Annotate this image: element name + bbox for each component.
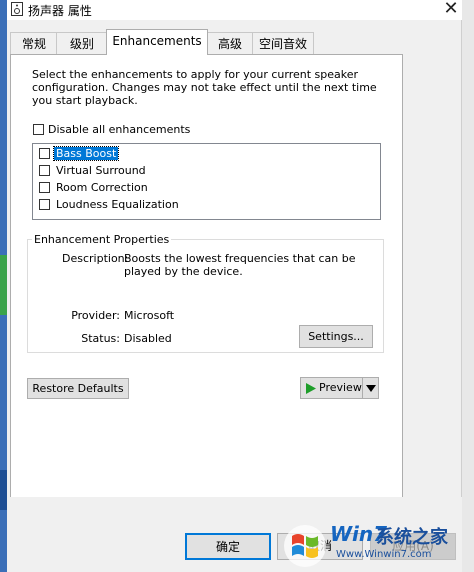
preview-label: Preview [319,381,362,394]
background-window-edge [461,0,474,572]
tab-advanced[interactable]: 高级 [206,32,254,55]
bass-boost-label[interactable]: Bass Boost [52,146,120,161]
room-correction-checkbox[interactable] [39,182,50,193]
restore-defaults-button[interactable]: Restore Defaults [27,378,129,399]
dropdown-arrow-icon [366,385,376,392]
ok-button[interactable]: 确定 [185,533,271,560]
status-label: Status: [81,332,120,345]
watermark-url: Www.Winwin7.com [336,549,432,560]
disable-all-checkbox[interactable] [33,124,44,135]
virtual-surround-checkbox[interactable] [39,165,50,176]
loudness-equalization-checkbox[interactable] [39,199,50,210]
close-icon[interactable]: ✕ [441,0,461,19]
preview-dropdown-button[interactable] [362,377,379,399]
watermark: Win7 系统之家 Www.Winwin7.com [274,520,474,572]
loudness-equalization-label[interactable]: Loudness Equalization [56,198,179,211]
background-window-strip [0,0,7,572]
settings-button[interactable]: Settings... [299,325,373,348]
play-icon [306,383,316,394]
disable-all-label[interactable]: Disable all enhancements [48,123,190,136]
windows-flag-icon [284,525,326,567]
room-correction-label[interactable]: Room Correction [56,181,148,194]
tab-general[interactable]: 常规 [10,32,58,55]
preview-button[interactable]: Preview [300,377,363,399]
description-value: Boosts the lowest frequencies that can b… [124,252,356,278]
tab-levels[interactable]: 级别 [56,32,108,55]
provider-value: Microsoft [124,309,175,322]
instructions-text: Select the enhancements to apply for you… [32,68,377,107]
tab-enhancements[interactable]: Enhancements [106,29,208,55]
provider-label: Provider: [71,309,120,322]
speaker-icon [11,2,23,16]
window-title: 扬声器 属性 [28,4,92,18]
tab-spatial-sound[interactable]: 空间音效 [252,32,314,55]
virtual-surround-label[interactable]: Virtual Surround [56,164,146,177]
bass-boost-checkbox[interactable] [39,148,50,159]
description-label: Description: [62,252,129,265]
watermark-site-cn: 系统之家 [376,527,448,548]
group-title: Enhancement Properties [32,233,172,246]
status-value: Disabled [124,332,172,345]
